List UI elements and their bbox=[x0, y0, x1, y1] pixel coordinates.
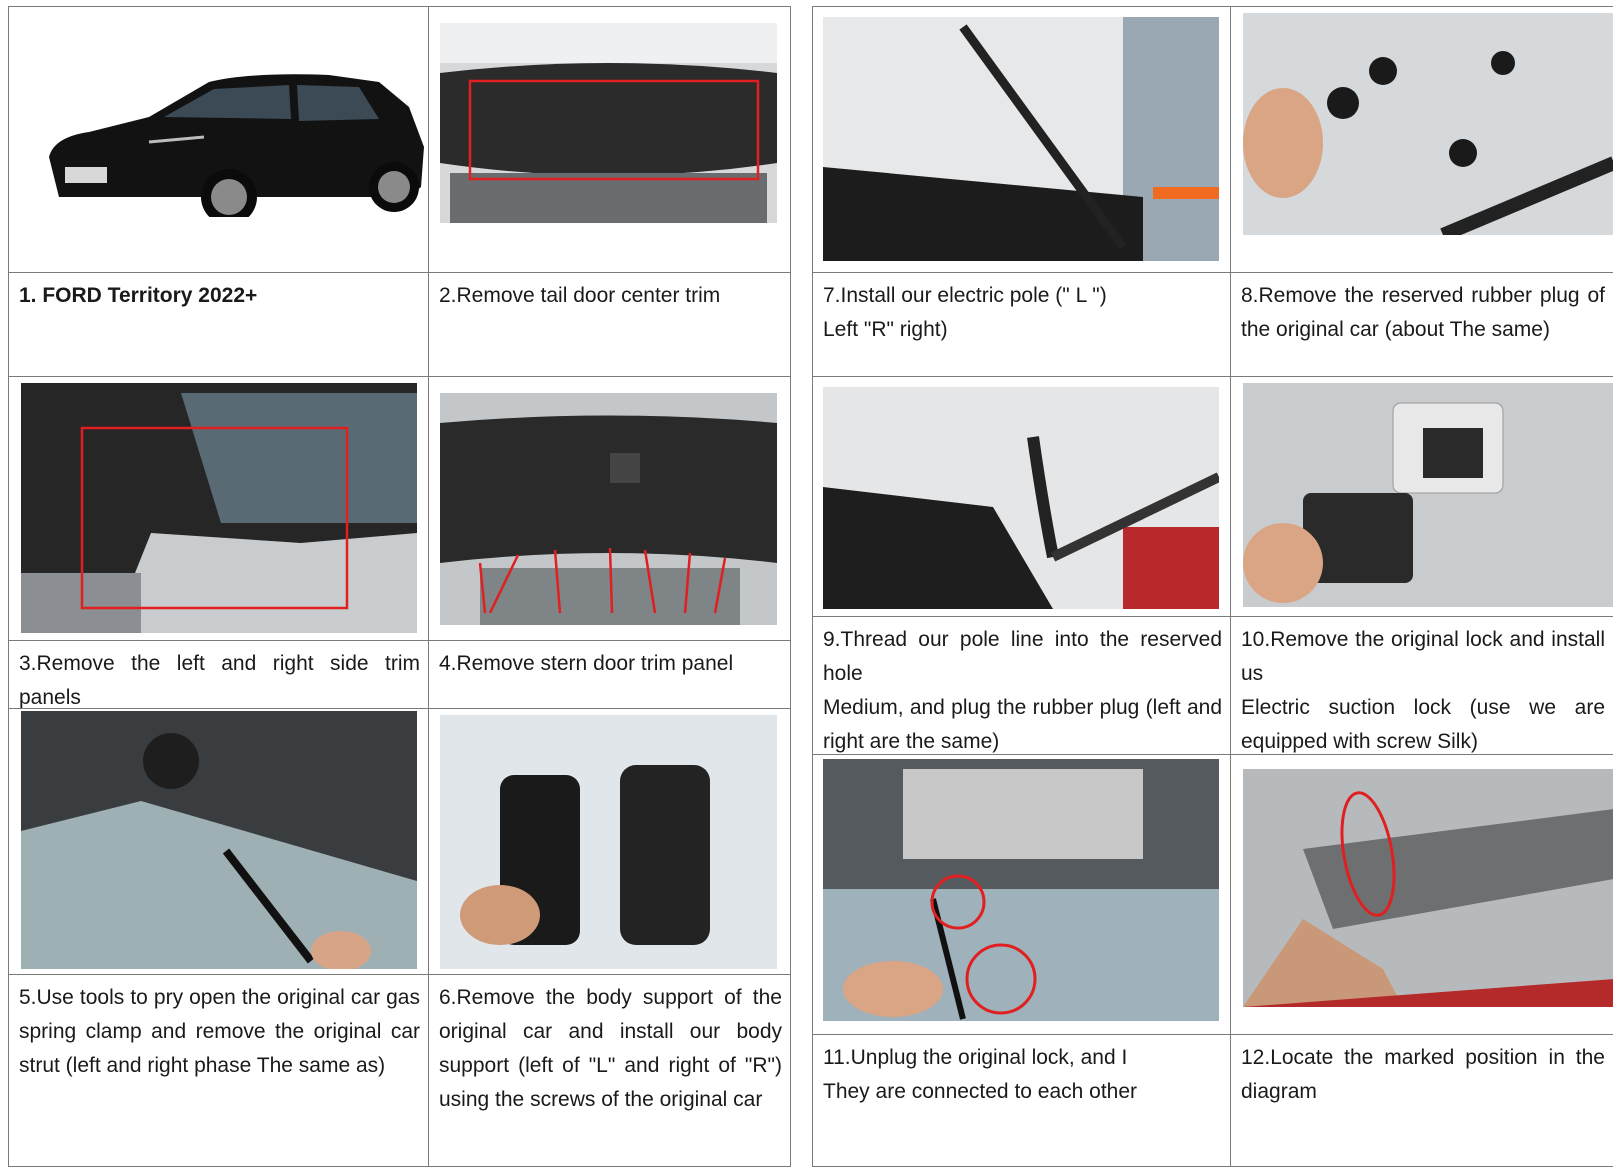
step-9-caption-cell: 9.Thread our pole line into the reserved… bbox=[813, 617, 1231, 755]
step-2-caption: 2.Remove tail door center trim bbox=[439, 284, 721, 307]
step-10-caption-cell: 10.Remove the original lock and install … bbox=[1231, 617, 1613, 755]
gas-spring-clamp-photo bbox=[21, 711, 417, 969]
step-1-photo-cell bbox=[9, 7, 429, 273]
step-8-caption-cell: 8.Remove the reserved rubber plug of the… bbox=[1231, 273, 1613, 377]
pole-line-photo bbox=[823, 387, 1219, 609]
step-12-caption: 12.Locate the marked position in the dia… bbox=[1241, 1046, 1605, 1103]
car-photo bbox=[29, 47, 428, 217]
step-6-caption: 6.Remove the body support of the origina… bbox=[439, 986, 782, 1111]
step-5-caption-cell: 5.Use tools to pry open the original car… bbox=[9, 975, 429, 1167]
step-11-caption: 11.Unplug the original lock, and I They … bbox=[823, 1046, 1138, 1103]
step-1-caption-cell: 1. FORD Territory 2022+ bbox=[9, 273, 429, 377]
right-page: 7.Install our electric pole (" L ") Left… bbox=[812, 6, 1613, 1167]
stern-door-panel-photo bbox=[440, 393, 777, 625]
step-11-caption-cell: 11.Unplug the original lock, and I They … bbox=[813, 1035, 1231, 1167]
step-9-photo-cell bbox=[813, 377, 1231, 617]
step-3-photo-cell bbox=[9, 377, 429, 641]
tail-door-trim-photo bbox=[440, 23, 777, 223]
step-3-caption-cell: 3.Remove the left and right side trim pa… bbox=[9, 641, 429, 709]
step-7-caption-cell: 7.Install our electric pole (" L ") Left… bbox=[813, 273, 1231, 377]
step-1-caption: 1. FORD Territory 2022+ bbox=[19, 284, 258, 307]
marked-position-photo bbox=[1243, 769, 1613, 1007]
step-10-caption: 10.Remove the original lock and install … bbox=[1241, 628, 1605, 753]
step-6-photo-cell bbox=[429, 709, 791, 975]
step-4-caption-cell: 4.Remove stern door trim panel bbox=[429, 641, 791, 709]
step-8-caption: 8.Remove the reserved rubber plug of the… bbox=[1241, 284, 1605, 341]
side-trim-photo bbox=[21, 383, 417, 633]
step-5-photo-cell bbox=[9, 709, 429, 975]
step-2-caption-cell: 2.Remove tail door center trim bbox=[429, 273, 791, 377]
step-10-photo-cell bbox=[1231, 377, 1613, 617]
suction-lock-photo bbox=[1243, 383, 1613, 607]
step-9-caption: 9.Thread our pole line into the reserved… bbox=[823, 628, 1222, 753]
step-11-photo-cell bbox=[813, 755, 1231, 1035]
step-3-caption: 3.Remove the left and right side trim pa… bbox=[19, 652, 420, 709]
step-12-caption-cell: 12.Locate the marked position in the dia… bbox=[1231, 1035, 1613, 1167]
step-4-caption: 4.Remove stern door trim panel bbox=[439, 652, 734, 675]
step-4-photo-cell bbox=[429, 377, 791, 641]
body-support-photo bbox=[440, 715, 777, 969]
step-7-photo-cell bbox=[813, 7, 1231, 273]
step-2-photo-cell bbox=[429, 7, 791, 273]
connector-photo bbox=[823, 759, 1219, 1021]
step-7-caption: 7.Install our electric pole (" L ") Left… bbox=[823, 284, 1107, 341]
step-5-caption: 5.Use tools to pry open the original car… bbox=[19, 986, 420, 1077]
step-12-photo-cell bbox=[1231, 755, 1613, 1035]
electric-pole-photo bbox=[823, 17, 1219, 261]
step-8-photo-cell bbox=[1231, 7, 1613, 273]
rubber-plug-photo bbox=[1243, 13, 1613, 235]
left-page: 1. FORD Territory 2022+ 2.Remove tail do… bbox=[8, 6, 791, 1167]
step-6-caption-cell: 6.Remove the body support of the origina… bbox=[429, 975, 791, 1167]
